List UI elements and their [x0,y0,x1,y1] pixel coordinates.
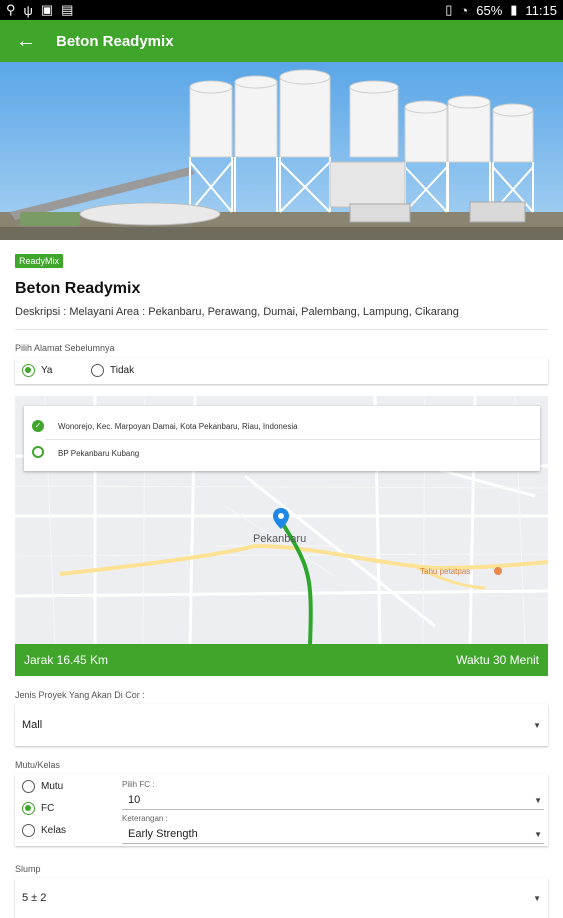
back-arrow-icon[interactable]: ← [16,30,40,53]
info-select[interactable]: Early Strength ▼ [122,825,544,843]
slump-label: Slump [15,864,41,874]
status-bar: ⚲ ψ ▣ ▤ ▯ ◔ 65% ▮ 11:15 [0,0,563,20]
app-bar: ← Beton Readymix [0,20,563,62]
route-origin: Wonorejo, Kec. Marpoyan Damai, Kota Peka… [58,422,298,431]
info-select-label: Keterangan : [122,814,168,823]
dropdown-caret-icon: ▼ [534,830,542,839]
product-description: Deskripsi : Melayani Area : Pekanbaru, P… [15,306,459,318]
image-icon: ▣ [40,2,54,17]
radio-ya-label: Ya [41,365,53,376]
project-type-select[interactable]: Mall ▼ [15,704,548,746]
distance-text: Jarak 16.45 Km [24,653,109,667]
location-icon: ⚲ [6,2,16,17]
quality-label: Mutu/Kelas [15,760,61,770]
fc-select[interactable]: 10 ▼ [122,791,544,809]
fc-select-value: 10 [128,794,141,806]
duration-text: Waktu 30 Menit [456,653,539,667]
radio-ya[interactable]: Ya [22,364,53,377]
wifi-icon: ◔ [460,2,469,18]
app-bar-title: Beton Readymix [56,32,174,50]
slump-select[interactable]: 5 ± 2 ▼ [15,878,548,918]
map-city-label: Pekanbaru [253,533,306,545]
radio-mutu-label: Mutu [41,781,64,792]
category-badge: ReadyMix [15,254,64,268]
route-destination: BP Pekanbaru Kubang [58,449,140,458]
usb-icon: ψ [23,2,33,18]
origin-check-icon: ✓ [32,420,44,432]
radio-mutu-indicator[interactable] [22,780,35,793]
radio-tidak-label: Tidak [110,365,135,376]
batching-plant-illustration [0,62,563,240]
clock: 11:15 [525,2,557,18]
fc-underline [122,809,544,810]
slump-value: 5 ± 2 [22,892,47,904]
info-underline [122,843,544,844]
radio-tidak-indicator[interactable] [91,364,104,377]
battery-text: 65% [476,2,503,18]
dropdown-caret-icon: ▼ [533,893,541,903]
product-hero-image [0,62,563,240]
radio-ya-indicator[interactable] [22,364,35,377]
map-poi-label: Tahu petatpas [420,567,470,576]
radio-fc[interactable]: FC [22,802,54,815]
radio-mutu[interactable]: Mutu [22,780,63,793]
radio-fc-label: FC [41,803,55,814]
route-card: ✓ Wonorejo, Kec. Marpoyan Damai, Kota Pe… [24,406,540,471]
info-select-value: Early Strength [128,828,198,840]
address-choice-group: Ya Tidak [15,358,548,384]
project-type-label: Jenis Proyek Yang Akan Di Cor : [15,690,145,700]
quality-card: Mutu FC Kelas Pilih FC : 10 ▼ Keterangan… [15,774,548,846]
poi-marker-icon[interactable] [494,567,502,575]
radio-kelas-label: Kelas [41,825,67,836]
product-name: Beton Readymix [15,280,141,297]
divider [15,329,548,330]
address-choice-label: Pilih Alamat Sebelumnya [15,343,115,353]
project-type-value: Mall [22,719,43,731]
radio-kelas-indicator[interactable] [22,824,35,837]
dropdown-caret-icon: ▼ [533,720,541,730]
vibrate-icon: ▯ [445,2,453,17]
radio-fc-indicator[interactable] [22,802,35,815]
dropdown-caret-icon: ▼ [534,796,542,805]
distance-bar: Jarak 16.45 Km Waktu 30 Menit [15,644,548,676]
route-map[interactable]: Pekanbaru Tahu petatpas ✓ Wonorejo, Kec.… [15,396,548,644]
document-icon: ▤ [61,2,74,17]
route-divider [45,439,540,440]
radio-kelas[interactable]: Kelas [22,824,66,837]
radio-tidak[interactable]: Tidak [91,364,134,377]
destination-circle-icon [32,446,44,458]
battery-icon: ▮ [510,2,518,17]
fc-select-label: Pilih FC : [122,780,155,789]
